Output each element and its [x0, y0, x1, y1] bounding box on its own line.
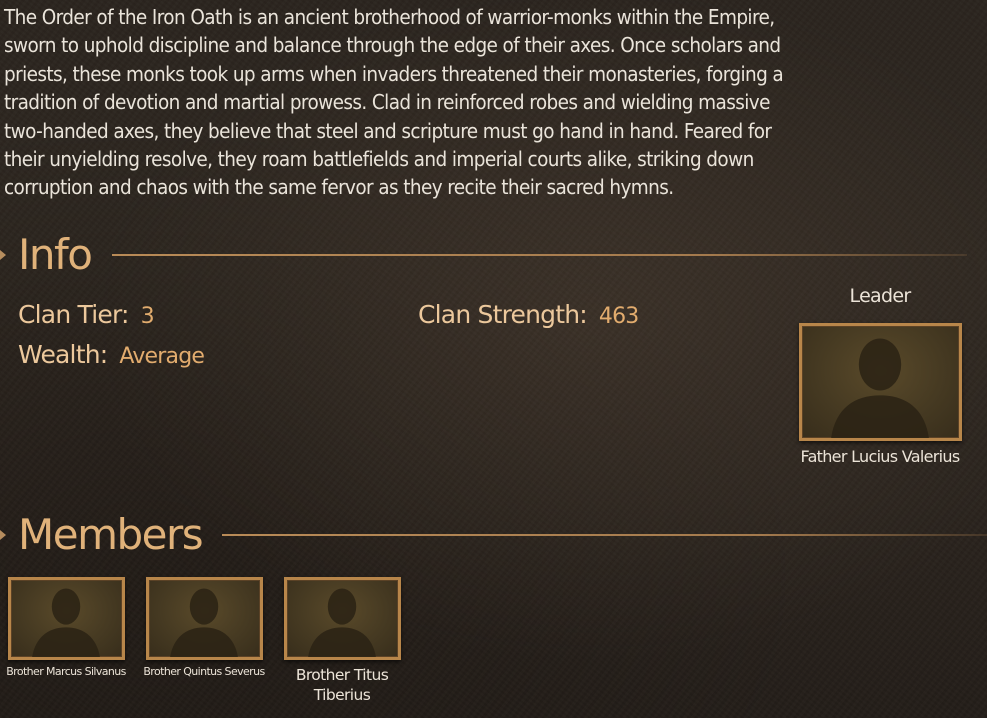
members-section-title: Members — [18, 510, 204, 559]
member-portrait[interactable] — [145, 577, 263, 660]
clan-description: The Order of the Iron Oath is an ancient… — [4, 5, 784, 200]
member-name: Brother Quintus Severus — [143, 665, 265, 678]
info-section-header: Info — [0, 234, 967, 276]
clan-strength-stat: Clan Strength: 463 — [418, 300, 639, 329]
person-silhouette-icon — [169, 588, 238, 657]
clan-tier-label: Clan Tier: — [18, 300, 129, 329]
member-portrait[interactable] — [7, 577, 125, 660]
wealth-stat: Wealth: Average — [18, 340, 205, 369]
clan-tier-value: 3 — [140, 304, 155, 329]
section-marker-icon — [0, 250, 6, 260]
member-name: Brother Marcus Silvanus — [6, 665, 126, 678]
leader-portrait[interactable] — [799, 323, 962, 441]
clan-strength-value: 463 — [598, 304, 639, 329]
clan-tier-stat: Clan Tier: 3 — [18, 300, 155, 329]
clan-strength-label: Clan Strength: — [418, 300, 588, 329]
members-section-header: Members — [0, 514, 987, 556]
leader-caption: Leader — [849, 285, 912, 307]
person-silhouette-icon — [31, 588, 100, 657]
wealth-value: Average — [119, 344, 205, 369]
member-card[interactable]: Brother Quintus Severus — [134, 577, 274, 678]
wealth-label: Wealth: — [18, 340, 108, 369]
person-silhouette-icon — [307, 588, 376, 657]
member-card[interactable]: Brother Marcus Silvanus — [0, 577, 136, 678]
leader-name: Father Lucius Valerius — [800, 447, 961, 466]
info-section-divider — [111, 254, 967, 256]
member-portrait[interactable] — [283, 577, 401, 660]
member-name: Brother Titus Tiberius — [295, 666, 389, 704]
person-silhouette-icon — [831, 338, 929, 438]
members-section-divider — [222, 534, 987, 536]
section-marker-icon — [0, 530, 6, 540]
info-section-title: Info — [18, 230, 93, 279]
member-card[interactable]: Brother Titus Tiberius — [272, 577, 412, 705]
